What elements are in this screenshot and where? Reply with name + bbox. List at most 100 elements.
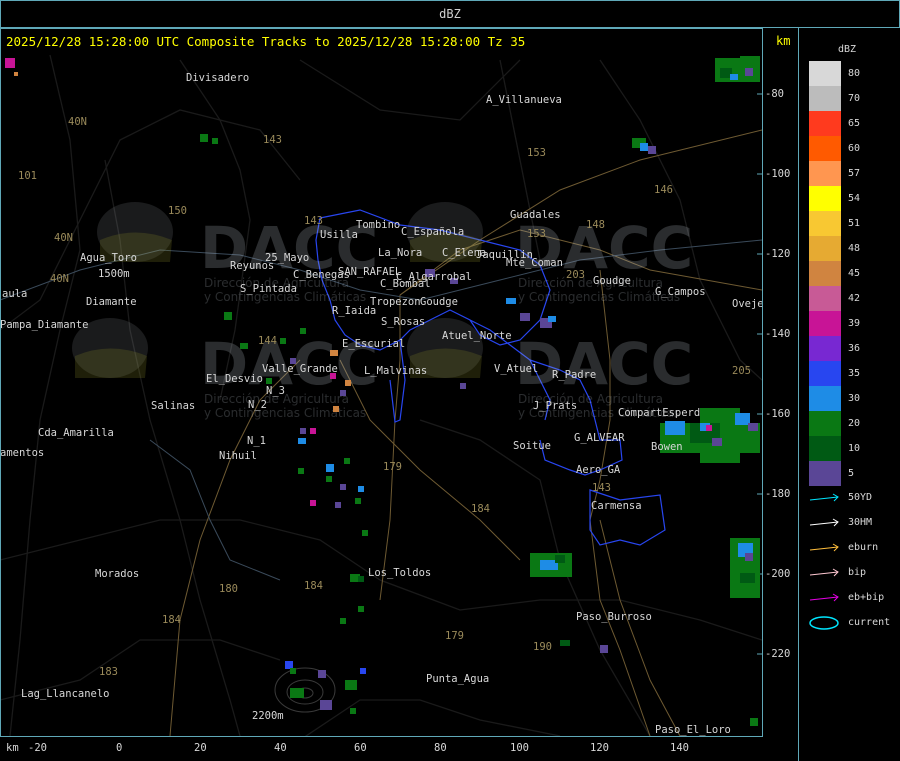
route-label: 150 [168, 205, 187, 217]
route-label: 184 [304, 580, 323, 592]
radar-echo-cell [600, 645, 608, 653]
place-label: 25_Mayo [265, 252, 310, 264]
radar-echo-cell [333, 406, 339, 412]
radar-echo-cell [362, 530, 368, 536]
y-tick-label: -220 [765, 648, 791, 660]
radar-echo-cell [318, 670, 326, 678]
route-label: 40N [50, 273, 69, 285]
radar-echo-cell [290, 668, 296, 674]
place-label: El_Desvio [206, 373, 263, 385]
radar-echo-cell [730, 74, 738, 80]
radar-echo-cell [358, 576, 364, 582]
radar-echo-cell [745, 68, 753, 76]
radar-echo-cell [280, 338, 286, 344]
track-legend-label: bip [848, 567, 867, 578]
place-label: Divisadero [186, 72, 250, 84]
legend-level-label: 5 [848, 468, 855, 479]
legend-level-label: 42 [848, 293, 861, 304]
radar-echo-cell [326, 464, 334, 472]
legend-level-label: 51 [848, 218, 861, 229]
radar-echo-cell [310, 500, 316, 506]
place-label: J_Prats [533, 400, 578, 412]
radar-echo-cell [506, 298, 516, 304]
x-tick-label: 120 [590, 742, 609, 754]
track-symbol [809, 518, 839, 527]
legend-level-label: 48 [848, 243, 861, 254]
x-tick-label: 40 [274, 742, 287, 754]
legend-level-label: 45 [848, 268, 861, 279]
radar-map[interactable]: DACC DACC DACC DACC Dirección de Agricul… [0, 28, 762, 736]
place-label: Lag_Llancanelo [21, 688, 110, 700]
place-label: Mte_Coman [506, 257, 563, 269]
place-label: Nihuil [219, 450, 257, 462]
legend-level-label: 35 [848, 368, 861, 379]
place-label: Los_Toldos [368, 567, 432, 579]
place-label: Salinas [151, 400, 196, 412]
place-label: Aero_GA [576, 464, 621, 476]
place-label: G_ALVEAR [574, 432, 625, 444]
x-tick-label: 80 [434, 742, 447, 754]
place-label: S_Rosas [381, 316, 426, 328]
x-tick-label: 140 [670, 742, 689, 754]
place-label: Paso_El_Loro [655, 724, 731, 736]
route-label: 190 [533, 641, 552, 653]
track-symbol [809, 543, 839, 552]
place-label: R_Iaida [332, 305, 377, 317]
legend-swatch [809, 411, 841, 436]
place-label: Cda_Amarilla [38, 427, 114, 439]
route-label: 179 [383, 461, 402, 473]
place-label: G_Campos [655, 286, 706, 298]
radar-echo-cell [340, 390, 346, 396]
radar-echo-cell [340, 484, 346, 490]
legend-level-label: 80 [848, 68, 861, 79]
legend-swatch [809, 261, 841, 286]
legend-level-label: 60 [848, 143, 861, 154]
radar-echo-cell [335, 502, 341, 508]
route-label: 146 [654, 184, 673, 196]
place-label: Atuel_Norte [442, 330, 512, 342]
legend-level-label: 39 [848, 318, 861, 329]
radar-echo-cell [355, 498, 361, 504]
place-label: Bowen [651, 441, 683, 453]
radar-echo-cell [350, 708, 356, 714]
radar-echo-cell [520, 313, 530, 321]
y-tick-label: -100 [765, 168, 791, 180]
radar-echo-cell [326, 476, 332, 482]
route-label: 143 [304, 215, 323, 227]
place-label: Usilla [320, 229, 358, 241]
route-label: 153 [527, 147, 546, 159]
track-legend-label: eburn [848, 542, 879, 553]
place-label: 2200m [252, 710, 284, 722]
place-label: Valle_Grande [262, 363, 338, 375]
route-label: 205 [732, 365, 751, 377]
radar-echo-cell [310, 428, 316, 434]
radar-echo-cell [665, 421, 685, 435]
radar-echo-cell [560, 640, 570, 646]
legend-swatch [809, 461, 841, 486]
place-label: La_Nora [378, 247, 423, 259]
radar-echo-cell [5, 58, 15, 68]
place-label: R_Padre [552, 369, 597, 381]
radar-echo-cell [460, 383, 466, 389]
place-label: Goudge [593, 275, 631, 287]
radar-echo-cell [360, 668, 366, 674]
legend-swatch [809, 136, 841, 161]
place-label: S_Pintada [240, 283, 297, 295]
radar-echo-cell [720, 446, 728, 454]
legend-swatch [809, 161, 841, 186]
route-label: 40N [68, 116, 87, 128]
y-tick-label: -120 [765, 248, 791, 260]
radar-echo-cell [330, 350, 338, 356]
place-label: Guadales [510, 209, 561, 221]
legend-swatch [809, 311, 841, 336]
place-label: Pampa_Diamante [0, 319, 89, 331]
x-tick-label: -20 [28, 742, 47, 754]
y-tick-label: -140 [765, 328, 791, 340]
radar-echo-cell [298, 438, 306, 444]
watermark-globes [72, 202, 483, 378]
route-label: 184 [162, 614, 181, 626]
legend-level-label: 54 [848, 193, 861, 204]
x-tick-label: 20 [194, 742, 207, 754]
track-legend-label: 50YD [848, 492, 873, 503]
radar-echo-cell [240, 343, 248, 349]
